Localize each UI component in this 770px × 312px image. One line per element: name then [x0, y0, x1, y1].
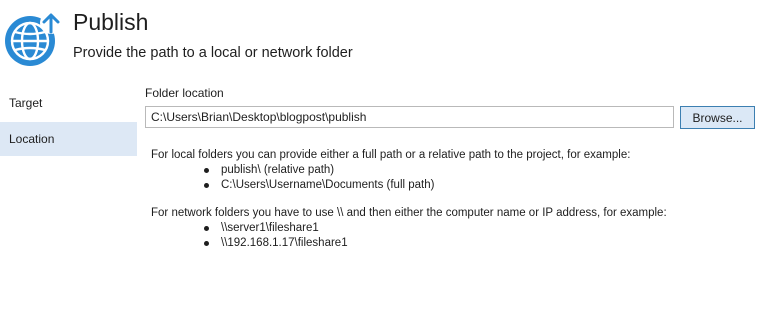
- globe-upload-icon: [5, 12, 62, 66]
- folder-location-label: Folder location: [145, 86, 224, 100]
- list-item: C:\Users\Username\Documents (full path): [204, 178, 751, 193]
- network-help-text: For network folders you have to use \\ a…: [151, 207, 667, 219]
- sidebar-item-target[interactable]: Target: [0, 86, 137, 120]
- page-subtitle: Provide the path to a local or network f…: [73, 45, 353, 61]
- local-folders-help: For local folders you can provide either…: [151, 148, 751, 193]
- bullet-icon: [204, 183, 209, 188]
- network-examples-list: \\server1\fileshare1 \\192.168.1.17\file…: [204, 221, 751, 251]
- sidebar-nav: Target Location: [0, 86, 137, 156]
- folder-location-input[interactable]: [145, 106, 674, 128]
- example-text: \\server1\fileshare1: [221, 222, 319, 234]
- network-folders-help: For network folders you have to use \\ a…: [151, 206, 751, 251]
- bullet-icon: [204, 168, 209, 173]
- location-panel: Folder location Browse... For local fold…: [145, 86, 760, 249]
- bullet-icon: [204, 226, 209, 231]
- example-text: publish\ (relative path): [221, 164, 335, 176]
- example-text: C:\Users\Username\Documents (full path): [221, 179, 435, 191]
- list-item: publish\ (relative path): [204, 163, 751, 178]
- local-examples-list: publish\ (relative path) C:\Users\Userna…: [204, 163, 751, 193]
- publish-dialog: Publish Provide the path to a local or n…: [0, 0, 770, 312]
- local-help-text: For local folders you can provide either…: [151, 149, 631, 161]
- folder-location-row: Browse...: [145, 106, 760, 130]
- example-text: \\192.168.1.17\fileshare1: [221, 237, 348, 249]
- bullet-icon: [204, 241, 209, 246]
- list-item: \\server1\fileshare1: [204, 221, 751, 236]
- sidebar-item-location[interactable]: Location: [0, 122, 137, 156]
- page-title: Publish: [73, 9, 149, 35]
- list-item: \\192.168.1.17\fileshare1: [204, 236, 751, 251]
- browse-button[interactable]: Browse...: [680, 106, 755, 129]
